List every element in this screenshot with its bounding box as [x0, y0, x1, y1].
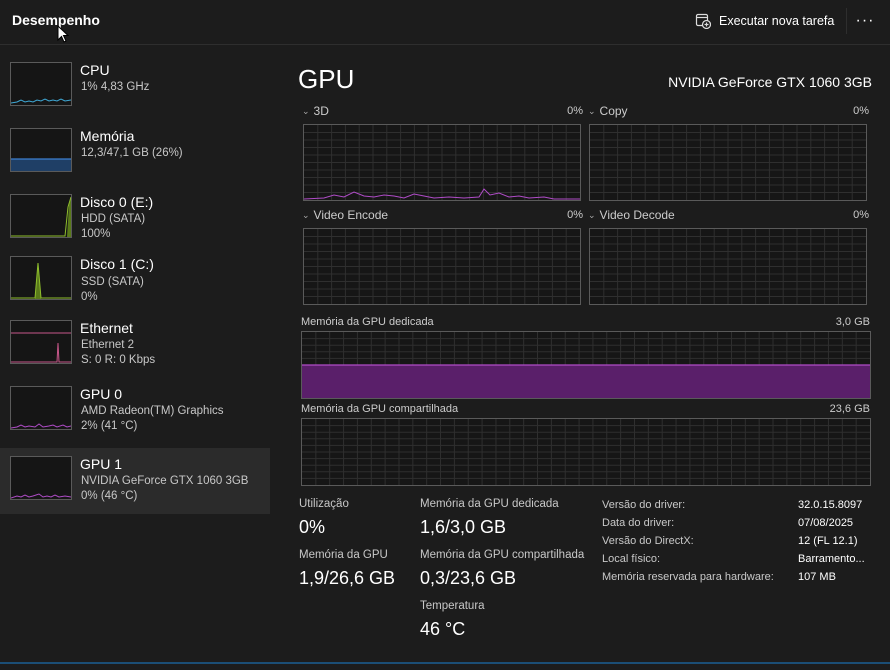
- sidebar-item-detail: 12,3/47,1 GB (26%): [81, 147, 183, 159]
- resource-sidebar: CPU 1% 4,83 GHz Memória 12,3/47,1 GB (26…: [0, 52, 270, 514]
- utilization-label: Utilização: [299, 498, 349, 510]
- sidebar-item-detail: AMD Radeon(TM) Graphics: [81, 405, 224, 417]
- engine-selector-video-encode[interactable]: ⌄ Video Encode: [302, 208, 388, 222]
- disk-1-thumbnail-graph: [10, 256, 72, 300]
- sidebar-item-detail: NVIDIA GeForce GTX 1060 3GB: [81, 475, 249, 487]
- reserved-memory-label: Memória reservada para hardware:: [602, 571, 774, 583]
- engine-label: Video Decode: [599, 208, 675, 222]
- engine-percent: 0%: [853, 209, 869, 221]
- engine-copy-graph: [589, 124, 867, 201]
- gpu-1-thumbnail-graph: [10, 456, 72, 500]
- directx-version-value: 12 (FL 12.1): [798, 535, 858, 547]
- shared-memory-label: Memória da GPU compartilhada: [301, 403, 459, 415]
- dedicated-memory-max: 3,0 GB: [835, 316, 870, 328]
- driver-date-label: Data do driver:: [602, 517, 675, 529]
- shared-memory-graph: [301, 418, 871, 486]
- ethernet-thumbnail-graph: [10, 320, 72, 364]
- temperature-value: 46 °C: [420, 619, 466, 639]
- engine-label: 3D: [313, 104, 329, 118]
- sidebar-item-disk-0[interactable]: Disco 0 (E:) HDD (SATA) 100%: [0, 184, 270, 250]
- physical-location-value: Barramento...: [798, 553, 865, 565]
- engine-percent: 0%: [567, 209, 583, 221]
- memory-thumbnail-graph: [10, 128, 72, 172]
- sidebar-item-gpu-1[interactable]: GPU 1 NVIDIA GeForce GTX 1060 3GB 0% (46…: [0, 448, 270, 514]
- shared-memory-max: 23,6 GB: [829, 403, 870, 415]
- gpu-0-thumbnail-graph: [10, 386, 72, 430]
- sidebar-item-value: 2% (41 °C): [81, 420, 138, 432]
- sidebar-item-detail: SSD (SATA): [81, 276, 144, 288]
- graph-grid: [302, 419, 870, 485]
- engine-label: Copy: [599, 104, 628, 118]
- sidebar-item-memory[interactable]: Memória 12,3/47,1 GB (26%): [0, 118, 270, 184]
- disk-0-thumbnail-graph: [10, 194, 72, 238]
- engine-label: Video Encode: [313, 208, 389, 222]
- sidebar-item-name: GPU 1: [80, 456, 123, 472]
- dedicated-memory-label: Memória da GPU dedicada: [301, 316, 434, 328]
- graph-grid: [590, 229, 866, 304]
- new-task-icon: [695, 13, 711, 29]
- driver-date-value: 07/08/2025: [798, 517, 854, 529]
- sidebar-item-value: 100%: [81, 228, 111, 240]
- sidebar-item-name: GPU 0: [80, 386, 123, 402]
- dedicated-memory-stat-label: Memória da GPU dedicada: [420, 498, 559, 510]
- shared-memory-stat-value: 0,3/23,6 GB: [420, 568, 517, 588]
- engine-percent: 0%: [567, 105, 583, 117]
- mouse-cursor-icon: [57, 24, 70, 48]
- sidebar-item-detail: Ethernet 2: [81, 339, 135, 351]
- temperature-label: Temperatura: [420, 600, 485, 612]
- bottom-accent-line: [0, 662, 890, 664]
- toolbar-divider: [846, 8, 847, 34]
- more-options-button[interactable]: ···: [850, 8, 880, 34]
- sidebar-item-name: Disco 0 (E:): [80, 194, 154, 210]
- dedicated-memory-graph: [301, 331, 871, 399]
- shared-memory-stat-label: Memória da GPU compartilhada: [420, 549, 585, 561]
- chevron-down-icon: ⌄: [588, 209, 596, 220]
- chevron-down-icon: ⌄: [302, 105, 310, 116]
- sidebar-item-disk-1[interactable]: Disco 1 (C:) SSD (SATA) 0%: [0, 250, 270, 316]
- sidebar-item-gpu-0[interactable]: GPU 0 AMD Radeon(TM) Graphics 2% (41 °C): [0, 382, 270, 448]
- gpu-detail-panel: GPU NVIDIA GeForce GTX 1060 3GB ⌄ 3D 0% …: [270, 52, 890, 670]
- utilization-value: 0%: [299, 517, 326, 537]
- directx-version-label: Versão do DirectX:: [602, 535, 694, 547]
- gpu-model-name: NVIDIA GeForce GTX 1060 3GB: [668, 74, 872, 90]
- sidebar-item-name: Disco 1 (C:): [80, 256, 154, 272]
- sidebar-item-ethernet[interactable]: Ethernet Ethernet 2 S: 0 R: 0 Kbps: [0, 316, 270, 382]
- gpu-memory-label: Memória da GPU: [299, 549, 388, 561]
- chevron-down-icon: ⌄: [302, 209, 310, 220]
- page-title: Desempenho: [12, 12, 100, 28]
- reserved-memory-value: 107 MB: [798, 571, 836, 583]
- engine-selector-3d[interactable]: ⌄ 3D: [302, 104, 329, 118]
- run-new-task-button[interactable]: Executar nova tarefa: [695, 10, 834, 32]
- chevron-down-icon: ⌄: [588, 105, 596, 116]
- sidebar-item-name: CPU: [80, 62, 110, 78]
- sidebar-item-detail: HDD (SATA): [81, 213, 146, 225]
- sidebar-item-detail: 1% 4,83 GHz: [81, 81, 150, 93]
- gpu-memory-value: 1,9/26,6 GB: [299, 568, 396, 588]
- cpu-thumbnail-graph: [10, 62, 72, 106]
- engine-3d-graph: [303, 124, 581, 201]
- driver-version-value: 32.0.15.8097: [798, 499, 863, 511]
- graph-grid: [304, 125, 580, 200]
- engine-video-decode-graph: [589, 228, 867, 305]
- dedicated-memory-fill: [302, 365, 870, 398]
- sidebar-item-value: 0%: [81, 291, 98, 303]
- run-new-task-label: Executar nova tarefa: [719, 14, 835, 28]
- sidebar-item-value: 0% (46 °C): [81, 490, 138, 502]
- top-bar: Desempenho Executar nova tarefa ···: [0, 0, 890, 45]
- graph-grid: [304, 229, 580, 304]
- sidebar-item-value: S: 0 R: 0 Kbps: [81, 354, 156, 366]
- sidebar-item-cpu[interactable]: CPU 1% 4,83 GHz: [0, 52, 270, 118]
- gpu-heading: GPU: [298, 64, 355, 94]
- engine-video-encode-graph: [303, 228, 581, 305]
- physical-location-label: Local físico:: [602, 553, 661, 565]
- graph-grid: [590, 125, 866, 200]
- sidebar-item-name: Memória: [80, 128, 135, 144]
- engine-percent: 0%: [853, 105, 869, 117]
- sidebar-item-name: Ethernet: [80, 320, 133, 336]
- engine-selector-copy[interactable]: ⌄ Copy: [588, 104, 628, 118]
- engine-selector-video-decode[interactable]: ⌄ Video Decode: [588, 208, 675, 222]
- driver-version-label: Versão do driver:: [602, 499, 686, 511]
- dedicated-memory-stat-value: 1,6/3,0 GB: [420, 517, 507, 537]
